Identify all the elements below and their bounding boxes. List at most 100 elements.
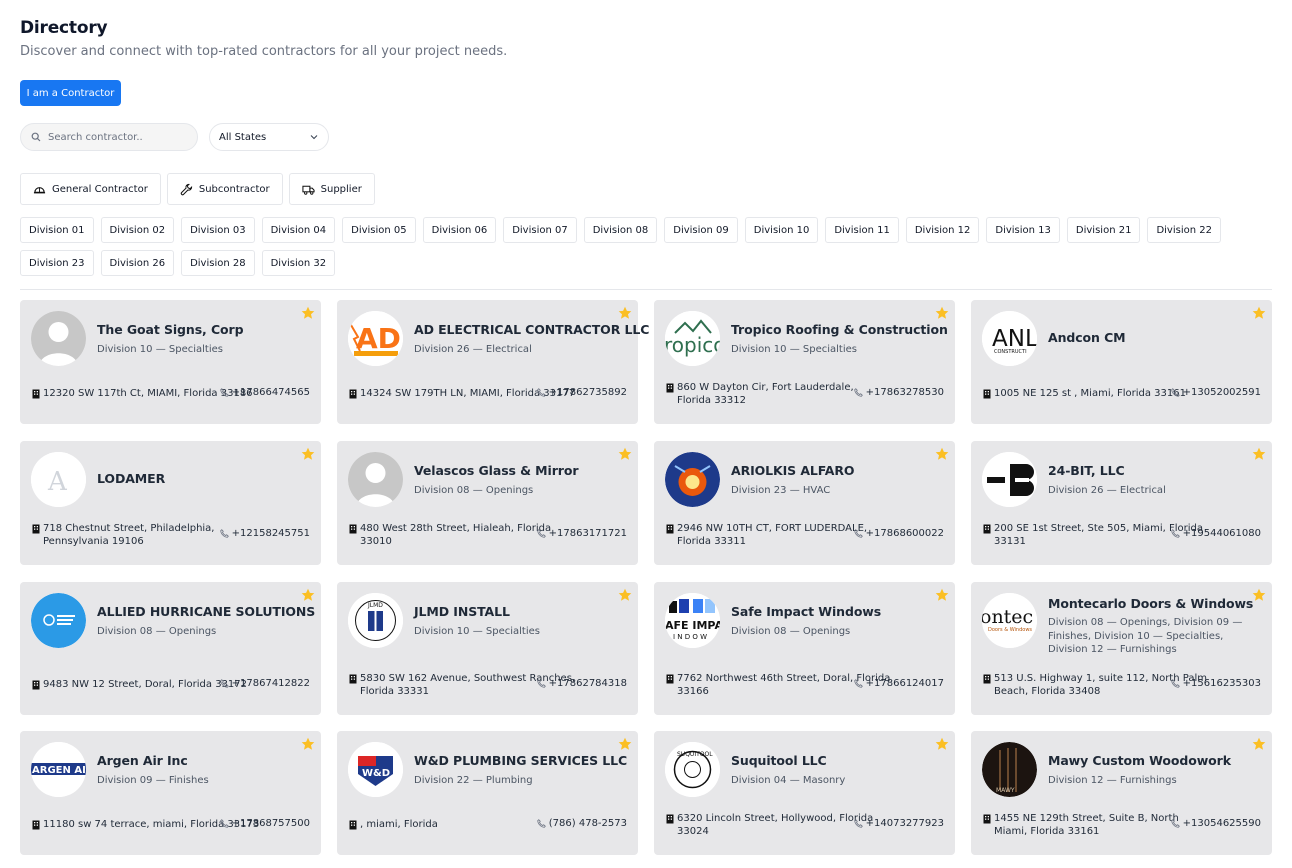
contractor-logo (348, 452, 403, 507)
star-icon[interactable] (301, 447, 315, 461)
star-icon[interactable] (618, 306, 632, 320)
contractor-phone[interactable]: +13054625590 (1170, 818, 1261, 829)
contractor-phone[interactable]: +15616235303 (1170, 678, 1261, 689)
contractor-card[interactable]: W&D W&D PLUMBING SERVICES LLC Division 22 … (337, 731, 638, 855)
star-icon[interactable] (301, 588, 315, 602)
state-select[interactable]: All States (209, 123, 329, 151)
star-icon[interactable] (1252, 737, 1266, 751)
contractor-name[interactable]: AD ELECTRICAL CONTRACTOR LLC (414, 322, 649, 337)
i-am-contractor-button[interactable]: I am a Contractor (20, 80, 121, 106)
contractor-phone[interactable]: +17868600022 (853, 528, 944, 539)
contractor-card[interactable]: 24-BIT, LLC Division 26 — Electrical 200 S… (971, 441, 1272, 565)
contractor-card[interactable]: Velascos Glass & Mirror Division 08 — Ope… (337, 441, 638, 565)
phone-icon (853, 679, 863, 688)
contractor-phone[interactable]: +17862784318 (536, 678, 627, 689)
contractor-name[interactable]: Mawy Custom Woodowork (1048, 753, 1231, 768)
contractor-card[interactable]: JLMD JLMD INSTALL Division 10 — Specialtie… (337, 582, 638, 715)
contractor-card[interactable]: ALLIED HURRICANE SOLUTIONS Division 08 — … (20, 582, 321, 715)
star-icon[interactable] (935, 737, 949, 751)
contractor-logo (31, 593, 86, 648)
contractor-card[interactable]: ANL CONSTRUCTI Andcon CM 1005 NE 125 st , M… (971, 300, 1272, 424)
contractor-phone[interactable]: (786) 478-2573 (537, 818, 627, 829)
star-icon[interactable] (618, 588, 632, 602)
contractor-card[interactable]: A LODAMER 718 Chestnut Street, Philadelphi… (20, 441, 321, 565)
filter-subcontractor[interactable]: Subcontractor (166, 173, 283, 205)
phone-icon (853, 529, 863, 538)
building-icon (349, 524, 357, 534)
contractor-phone[interactable]: +19544061080 (1170, 528, 1261, 539)
contractor-phone[interactable]: +14073277923 (853, 818, 944, 829)
search-box[interactable] (20, 123, 198, 151)
contractor-card[interactable]: ropico Tropico Roofing & Construction Divi… (654, 300, 955, 424)
contractor-card[interactable]: ARGEN AIR Argen Air Inc Division 09 — Fini… (20, 731, 321, 855)
contractor-name[interactable]: 24-BIT, LLC (1048, 463, 1125, 478)
star-icon[interactable] (301, 737, 315, 751)
division-chip[interactable]: Division 01 (20, 217, 94, 243)
contractor-name[interactable]: Andcon CM (1048, 330, 1126, 345)
division-chip[interactable]: Division 10 (744, 217, 819, 243)
division-chip[interactable]: Division 22 (1147, 217, 1221, 243)
contractor-card[interactable]: AD AD ELECTRICAL CONTRACTOR LLC Division 2… (337, 300, 649, 424)
contractor-phone[interactable]: +17863171721 (536, 528, 627, 539)
contractor-logo: AD (348, 311, 403, 366)
contractor-phone[interactable]: +13052002591 (1170, 387, 1261, 398)
star-icon[interactable] (1252, 447, 1266, 461)
star-icon[interactable] (301, 306, 315, 320)
filter-supplier[interactable]: Supplier (288, 173, 375, 205)
contractor-name[interactable]: Safe Impact Windows (731, 604, 881, 619)
contractor-phone[interactable]: +17866124017 (853, 678, 944, 689)
division-chip[interactable]: Division 32 (261, 250, 336, 276)
contractor-phone[interactable]: +17866474565 (219, 387, 310, 398)
contractor-name[interactable]: W&D PLUMBING SERVICES LLC (414, 753, 627, 768)
contractor-name[interactable]: JLMD INSTALL (414, 604, 510, 619)
division-chip[interactable]: Division 23 (20, 250, 94, 276)
contractor-name[interactable]: Velascos Glass & Mirror (414, 463, 578, 478)
contractor-phone[interactable]: +17867412822 (219, 678, 310, 689)
contractor-name[interactable]: The Goat Signs, Corp (97, 322, 244, 337)
contractor-type-filters: General Contractor Subcontractor Supplie… (20, 173, 375, 205)
filter-general-contractor[interactable]: General Contractor (20, 173, 161, 205)
star-icon[interactable] (935, 306, 949, 320)
division-chip[interactable]: Division 05 (342, 217, 416, 243)
contractor-phone[interactable]: +12158245751 (219, 528, 310, 539)
contractor-card[interactable]: ARIOLKIS ALFARO Division 23 — HVAC 2946 NW… (654, 441, 955, 565)
star-icon[interactable] (618, 447, 632, 461)
contractor-name[interactable]: Suquitool LLC (731, 753, 827, 768)
division-chip[interactable]: Division 09 (664, 217, 738, 243)
division-chip[interactable]: Division 12 (905, 217, 980, 243)
state-select-value: All States (219, 131, 267, 143)
division-chip[interactable]: Division 02 (100, 217, 175, 243)
star-icon[interactable] (935, 588, 949, 602)
star-icon[interactable] (618, 737, 632, 751)
search-input[interactable] (48, 131, 188, 143)
contractor-card[interactable]: The Goat Signs, Corp Division 10 — Specia… (20, 300, 321, 424)
contractor-card[interactable]: MAWY Mawy Custom Woodowork Division 12 — F… (971, 731, 1272, 855)
contractor-phone[interactable]: +17863278530 (853, 387, 944, 398)
contractor-name[interactable]: ARIOLKIS ALFARO (731, 463, 855, 478)
hard-hat-icon (33, 186, 46, 193)
contractor-card[interactable]: SUQUITOOL Suquitool LLC Division 04 — Maso… (654, 731, 955, 855)
contractor-phone[interactable]: +17862735892 (536, 387, 627, 398)
division-chip[interactable]: Division 28 (181, 250, 255, 276)
division-chip[interactable]: Division 08 (583, 217, 658, 243)
division-chip[interactable]: Division 11 (825, 217, 899, 243)
contractor-name[interactable]: Argen Air Inc (97, 753, 188, 768)
division-chip[interactable]: Division 04 (261, 217, 336, 243)
star-icon[interactable] (935, 447, 949, 461)
division-chip[interactable]: Division 21 (1066, 217, 1141, 243)
division-chip[interactable]: Division 26 (100, 250, 175, 276)
contractor-name[interactable]: Tropico Roofing & Construction (731, 322, 948, 337)
contractor-name[interactable]: Montecarlo Doors & Windows (1048, 596, 1253, 611)
contractor-name[interactable]: LODAMER (97, 471, 165, 486)
contractor-card[interactable]: AFE IMPACI N D O W Safe Impact Windows Div… (654, 582, 955, 715)
division-chip[interactable]: Division 06 (422, 217, 497, 243)
contractor-phone[interactable]: +17868757500 (219, 818, 310, 829)
division-chip[interactable]: Division 03 (181, 217, 255, 243)
contractor-card[interactable]: ontec Doors & Windows Montecarlo Doors & W… (971, 582, 1272, 715)
contractor-name[interactable]: ALLIED HURRICANE SOLUTIONS (97, 604, 315, 619)
division-chip[interactable]: Division 13 (986, 217, 1060, 243)
svg-text:MAWY: MAWY (996, 787, 1015, 794)
star-icon[interactable] (1252, 306, 1266, 320)
division-chip[interactable]: Division 07 (503, 217, 577, 243)
star-icon[interactable] (1252, 588, 1266, 602)
